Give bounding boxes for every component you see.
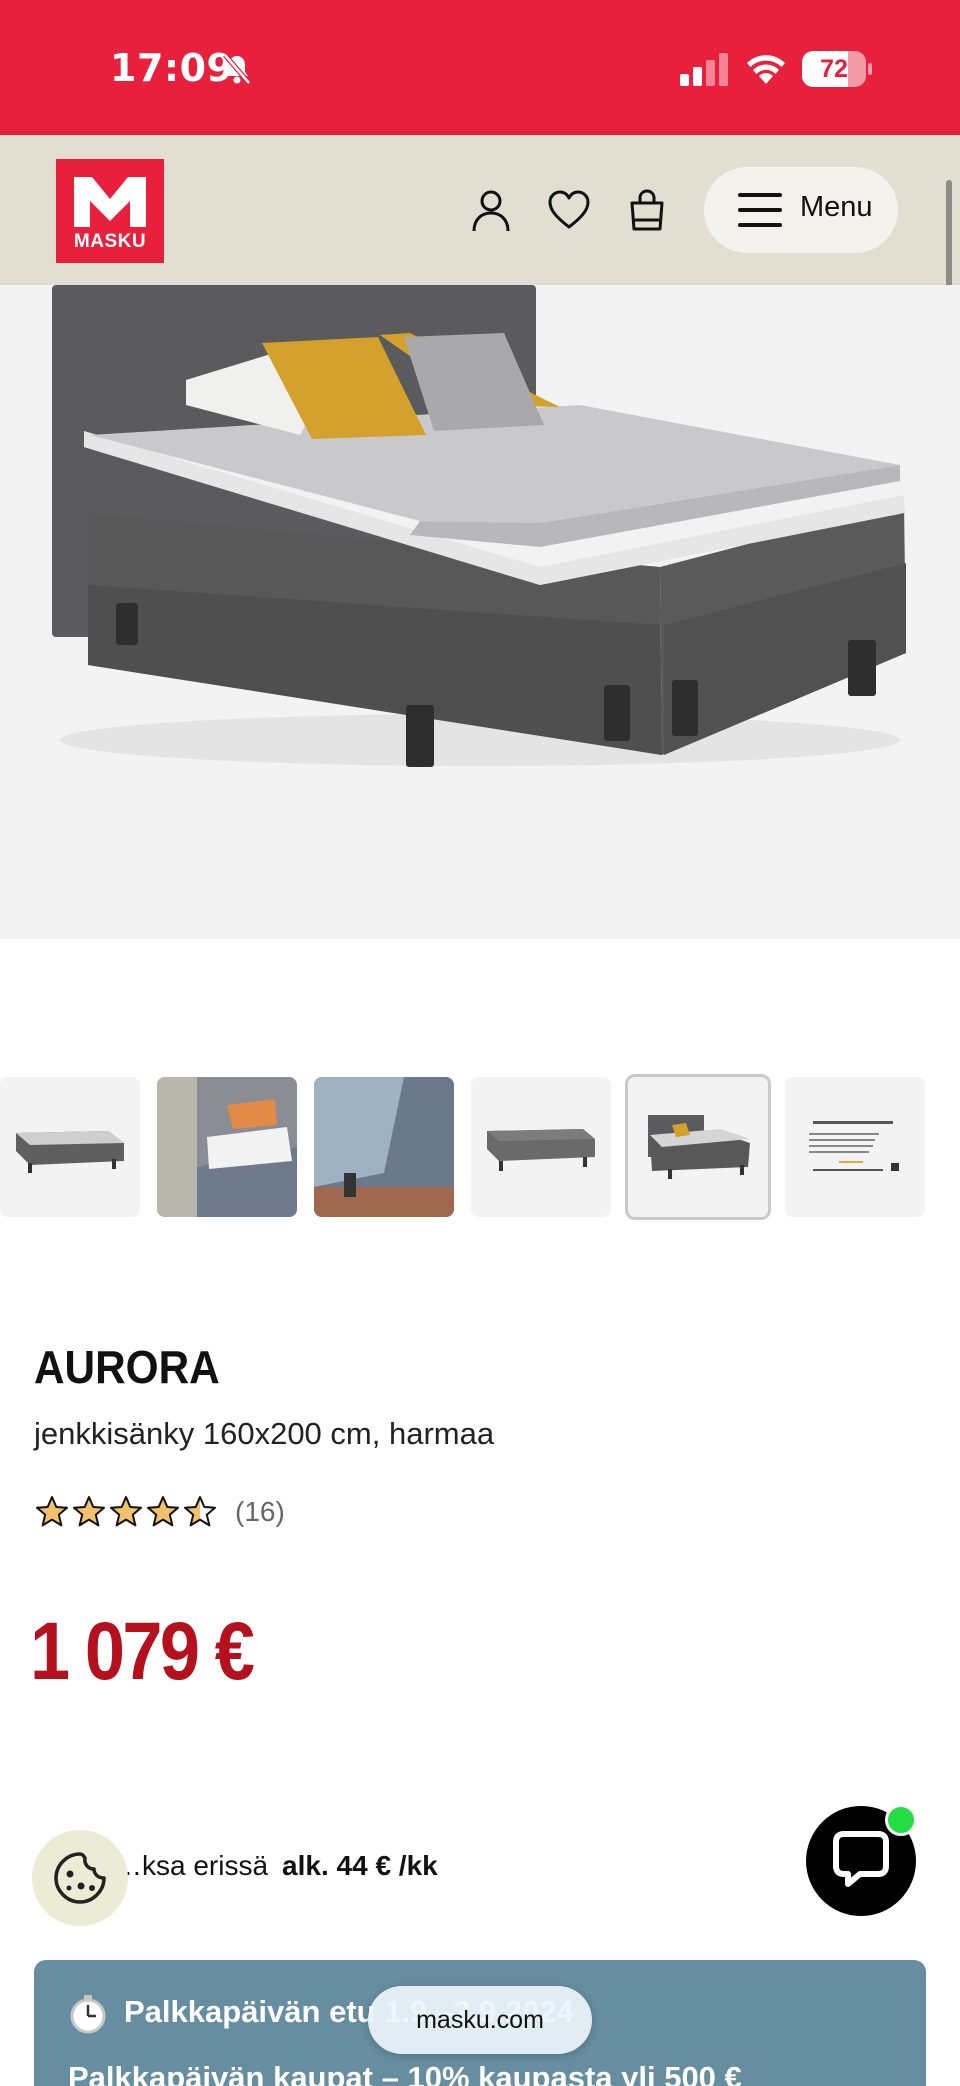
star-half-icon [184,1496,216,1527]
installment-prefix: …ksa erissä [114,1850,269,1881]
thumbnail-strip [0,1074,960,1220]
bed-illustration [52,285,906,767]
stopwatch-icon [70,1995,106,2034]
cookie-settings-button[interactable] [32,1830,128,1926]
account-icon[interactable] [468,187,514,233]
bell-slash-icon [223,53,251,85]
wifi-icon [747,55,785,84]
cookie-icon [54,1852,106,1904]
online-status-dot [885,1804,917,1836]
site-header: MASKU Menu [0,135,960,285]
browser-url-bar[interactable]: masku.com [368,1986,592,2054]
product-description: jenkkisänky 160x200 cm, harmaa [34,1416,495,1451]
masku-m-mark [74,177,146,227]
thumbnail-4[interactable] [471,1077,611,1217]
status-bar: 17:09 72 [0,0,960,135]
heart-icon[interactable] [546,187,592,233]
installment-info[interactable]: …ksa erissä alk. 44 € /kk [114,1850,438,1882]
review-count[interactable]: (16) [235,1496,285,1528]
thumbnail-2[interactable] [157,1077,297,1217]
menu-button[interactable]: Menu [704,167,898,253]
menu-label: Menu [800,191,873,223]
star-icon [147,1496,179,1527]
cellular-signal-icon [680,53,728,86]
hamburger-icon [738,193,782,227]
installment-amount: alk. 44 € /kk [282,1850,438,1881]
shopping-bag-icon[interactable] [624,187,670,233]
star-icon [73,1496,105,1527]
battery-percent: 72 [820,55,848,83]
product-brand: AURORA [34,1341,220,1393]
product-hero-image[interactable] [0,285,960,939]
thumbnail-6[interactable] [785,1077,925,1217]
battery-icon: 72 [802,51,872,87]
star-icon [36,1496,68,1527]
status-time: 17:09 [110,46,234,90]
masku-logo[interactable]: MASKU [56,159,164,263]
thumbnail-5[interactable] [625,1074,771,1220]
product-price: 1 079 € [30,1606,255,1697]
rating-stars[interactable] [34,1494,219,1530]
thumbnail-3[interactable] [314,1077,454,1217]
thumbnail-1[interactable] [0,1077,140,1217]
star-icon [110,1496,142,1527]
promo-body: Palkkapäivän kaupat – 10% kaupasta yli 5… [68,2060,742,2086]
logo-text: MASKU [73,231,147,252]
